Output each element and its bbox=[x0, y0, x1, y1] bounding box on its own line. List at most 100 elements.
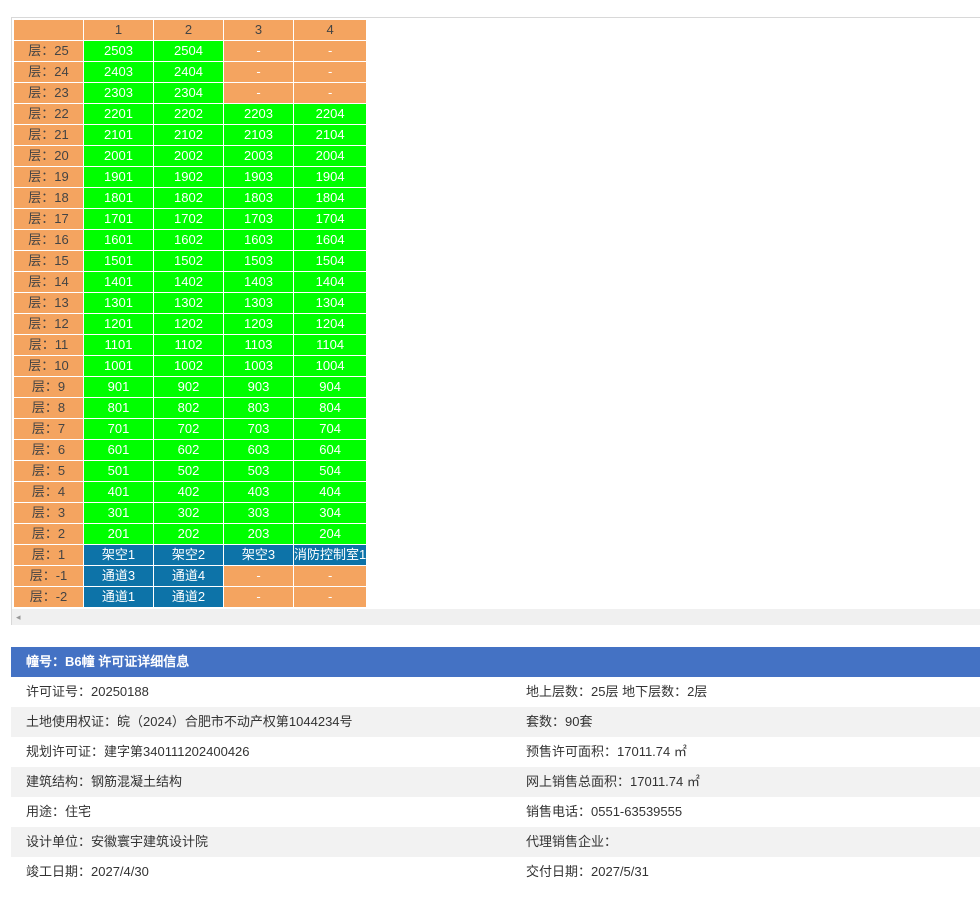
unit-cell[interactable]: 304 bbox=[292, 502, 368, 524]
unit-cell[interactable]: 1201 bbox=[83, 313, 154, 335]
unit-cell[interactable]: 803 bbox=[223, 397, 294, 419]
unit-cell[interactable]: 502 bbox=[153, 460, 224, 482]
unit-cell[interactable]: 2101 bbox=[83, 124, 154, 146]
unit-cell[interactable]: 704 bbox=[292, 418, 368, 440]
unit-cell[interactable]: 1002 bbox=[153, 355, 224, 377]
unit-cell[interactable]: 2104 bbox=[292, 124, 368, 146]
unit-cell[interactable]: 1604 bbox=[292, 229, 368, 251]
unit-cell[interactable]: 901 bbox=[83, 376, 154, 398]
unit-cell[interactable]: 2304 bbox=[153, 82, 224, 104]
unit-cell[interactable]: 601 bbox=[83, 439, 154, 461]
unit-cell[interactable]: 2103 bbox=[223, 124, 294, 146]
unit-cell[interactable]: 303 bbox=[223, 502, 294, 524]
unit-cell[interactable]: 203 bbox=[223, 523, 294, 545]
unit-cell[interactable]: 通道2 bbox=[153, 586, 224, 608]
unit-cell[interactable]: 603 bbox=[223, 439, 294, 461]
unit-cell[interactable]: 604 bbox=[292, 439, 368, 461]
unit-cell[interactable]: 1402 bbox=[153, 271, 224, 293]
unit-cell[interactable]: 1204 bbox=[292, 313, 368, 335]
unit-cell[interactable]: 2503 bbox=[83, 40, 154, 62]
unit-cell[interactable]: 404 bbox=[292, 481, 368, 503]
unit-cell[interactable]: 2303 bbox=[83, 82, 154, 104]
unit-cell[interactable]: 1203 bbox=[223, 313, 294, 335]
unit-cell[interactable]: 1704 bbox=[292, 208, 368, 230]
unit-cell[interactable]: 703 bbox=[223, 418, 294, 440]
unit-cell[interactable]: 301 bbox=[83, 502, 154, 524]
unit-cell[interactable]: 202 bbox=[153, 523, 224, 545]
unit-cell[interactable]: 2404 bbox=[153, 61, 224, 83]
unit-cell[interactable]: 架空1 bbox=[83, 544, 154, 566]
unit-cell[interactable]: 1103 bbox=[223, 334, 294, 356]
unit-cell[interactable]: 1601 bbox=[83, 229, 154, 251]
unit-cell[interactable]: 1104 bbox=[292, 334, 368, 356]
unit-cell[interactable]: 1102 bbox=[153, 334, 224, 356]
unit-cell[interactable]: 902 bbox=[153, 376, 224, 398]
unit-cell[interactable]: 501 bbox=[83, 460, 154, 482]
unit-cell[interactable]: 2204 bbox=[292, 103, 368, 125]
unit-cell[interactable]: 消防控制室1 bbox=[292, 544, 368, 566]
unit-cell[interactable]: 302 bbox=[153, 502, 224, 524]
unit-cell[interactable]: 1501 bbox=[83, 250, 154, 272]
unit-cell[interactable]: 401 bbox=[83, 481, 154, 503]
unit-cell[interactable]: 1901 bbox=[83, 166, 154, 188]
unit-cell[interactable]: 2001 bbox=[83, 145, 154, 167]
scroll-left-icon[interactable]: ◂ bbox=[16, 611, 21, 623]
unit-cell[interactable]: 通道3 bbox=[83, 565, 154, 587]
unit-cell[interactable]: 1602 bbox=[153, 229, 224, 251]
unit-cell[interactable]: 1603 bbox=[223, 229, 294, 251]
unit-cell[interactable]: 2201 bbox=[83, 103, 154, 125]
unit-cell[interactable]: 架空3 bbox=[223, 544, 294, 566]
unit-cell[interactable]: 1502 bbox=[153, 250, 224, 272]
unit-cell[interactable]: 1701 bbox=[83, 208, 154, 230]
unit-cell[interactable]: 1902 bbox=[153, 166, 224, 188]
unit-cell[interactable]: 1001 bbox=[83, 355, 154, 377]
unit-cell[interactable]: 1904 bbox=[292, 166, 368, 188]
unit-cell[interactable]: 1504 bbox=[292, 250, 368, 272]
unit-cell[interactable]: 1503 bbox=[223, 250, 294, 272]
unit-cell[interactable]: 1303 bbox=[223, 292, 294, 314]
unit-cell[interactable]: 1803 bbox=[223, 187, 294, 209]
unit-cell[interactable]: 1401 bbox=[83, 271, 154, 293]
unit-cell[interactable]: 1302 bbox=[153, 292, 224, 314]
unit-cell[interactable]: 架空2 bbox=[153, 544, 224, 566]
horizontal-scrollbar[interactable]: ◂ bbox=[12, 609, 980, 625]
unit-cell[interactable]: 804 bbox=[292, 397, 368, 419]
unit-cell[interactable]: 503 bbox=[223, 460, 294, 482]
unit-cell[interactable]: 1804 bbox=[292, 187, 368, 209]
unit-cell[interactable]: 204 bbox=[292, 523, 368, 545]
unit-cell[interactable]: 1404 bbox=[292, 271, 368, 293]
unit-cell[interactable]: 1403 bbox=[223, 271, 294, 293]
unit-cell[interactable]: 1702 bbox=[153, 208, 224, 230]
unit-cell[interactable]: 403 bbox=[223, 481, 294, 503]
unit-cell[interactable]: 2102 bbox=[153, 124, 224, 146]
unit-cell[interactable]: 2202 bbox=[153, 103, 224, 125]
unit-cell[interactable]: 904 bbox=[292, 376, 368, 398]
unit-cell[interactable]: 2003 bbox=[223, 145, 294, 167]
unit-cell[interactable]: 801 bbox=[83, 397, 154, 419]
unit-cell[interactable]: 2504 bbox=[153, 40, 224, 62]
unit-cell[interactable]: 2004 bbox=[292, 145, 368, 167]
unit-cell[interactable]: 1903 bbox=[223, 166, 294, 188]
unit-cell[interactable]: 1802 bbox=[153, 187, 224, 209]
unit-cell[interactable]: 903 bbox=[223, 376, 294, 398]
unit-cell[interactable]: 402 bbox=[153, 481, 224, 503]
unit-cell[interactable]: 201 bbox=[83, 523, 154, 545]
unit-cell[interactable]: 1703 bbox=[223, 208, 294, 230]
unit-cell[interactable]: 2002 bbox=[153, 145, 224, 167]
unit-cell[interactable]: 1004 bbox=[292, 355, 368, 377]
unit-cell[interactable]: 2403 bbox=[83, 61, 154, 83]
unit-cell[interactable]: 702 bbox=[153, 418, 224, 440]
unit-cell[interactable]: 504 bbox=[292, 460, 368, 482]
unit-cell[interactable]: 602 bbox=[153, 439, 224, 461]
unit-cell[interactable]: 2203 bbox=[223, 103, 294, 125]
unit-cell[interactable]: 802 bbox=[153, 397, 224, 419]
unit-cell[interactable]: 1304 bbox=[292, 292, 368, 314]
unit-cell[interactable]: 1301 bbox=[83, 292, 154, 314]
unit-cell[interactable]: 通道1 bbox=[83, 586, 154, 608]
unit-cell[interactable]: 1003 bbox=[223, 355, 294, 377]
unit-cell[interactable]: 通道4 bbox=[153, 565, 224, 587]
unit-cell[interactable]: 701 bbox=[83, 418, 154, 440]
unit-cell[interactable]: 1801 bbox=[83, 187, 154, 209]
unit-cell[interactable]: 1101 bbox=[83, 334, 154, 356]
unit-cell[interactable]: 1202 bbox=[153, 313, 224, 335]
